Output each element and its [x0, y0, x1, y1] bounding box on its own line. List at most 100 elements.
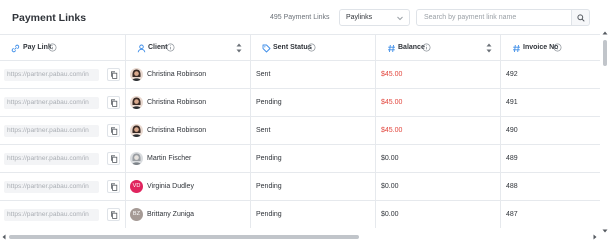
invoice-number: 490 — [506, 127, 518, 134]
copy-link-button[interactable] — [107, 68, 120, 81]
search-button[interactable] — [572, 9, 590, 26]
avatar-photo — [132, 69, 141, 81]
avatar — [130, 152, 143, 165]
avatar — [130, 68, 143, 81]
copy-icon — [111, 99, 118, 107]
copy-icon — [111, 211, 118, 219]
copy-icon — [111, 71, 118, 79]
client-name[interactable]: Brittany Zuniga — [147, 211, 194, 218]
pay-link-url[interactable]: https://partner.pabau.com/in — [4, 209, 99, 221]
copy-link-button[interactable] — [107, 180, 120, 193]
column-header-sent-status[interactable]: Sent Status — [251, 35, 376, 61]
scroll-right-arrow-icon[interactable] — [592, 234, 598, 240]
table-row[interactable]: https://partner.pabau.com/in Christina R… — [0, 61, 600, 89]
scroll-left-arrow-icon[interactable] — [1, 234, 7, 240]
avatar-initials: VD — [132, 183, 141, 189]
hash-icon — [513, 44, 520, 53]
client-name[interactable]: Christina Robinson — [147, 127, 206, 134]
column-label: Client — [148, 44, 168, 51]
info-icon[interactable] — [48, 43, 57, 52]
scroll-down-arrow-icon[interactable] — [602, 228, 608, 234]
table-row[interactable]: https://partner.pabau.com/in Christina R… — [0, 117, 600, 145]
avatar: VD — [130, 180, 143, 193]
pay-link-cell: https://partner.pabau.com/in — [0, 173, 126, 201]
horizontal-scroll-thumb[interactable] — [9, 235, 359, 239]
client-cell[interactable]: BZ Brittany Zuniga — [126, 201, 251, 228]
info-icon[interactable] — [307, 43, 316, 52]
column-label: Balance — [398, 44, 425, 51]
client-cell[interactable]: Martin Fischer — [126, 145, 251, 173]
copy-link-button[interactable] — [107, 208, 120, 221]
status-cell: Pending — [251, 201, 376, 228]
pay-link-cell: https://partner.pabau.com/in — [0, 145, 126, 173]
invoice-number: 492 — [506, 71, 518, 78]
copy-icon — [111, 183, 118, 191]
pay-link-url[interactable]: https://partner.pabau.com/in — [4, 69, 99, 81]
pay-link-url[interactable]: https://partner.pabau.com/in — [4, 125, 99, 137]
invoice-cell: 489 — [501, 145, 600, 173]
vertical-scrollbar[interactable] — [601, 30, 609, 234]
table-row[interactable]: https://partner.pabau.com/in VD Virginia… — [0, 173, 600, 201]
pay-link-cell: https://partner.pabau.com/in — [0, 201, 126, 228]
sent-status: Pending — [256, 155, 282, 162]
sent-status: Pending — [256, 211, 282, 218]
payment-link-count: 495 Payment Links — [270, 14, 330, 21]
balance-amount: $0.00 — [381, 183, 399, 190]
pay-link-url[interactable]: https://partner.pabau.com/in — [4, 181, 99, 193]
horizontal-scrollbar[interactable] — [0, 232, 600, 241]
invoice-cell: 491 — [501, 89, 600, 117]
balance-amount: $45.00 — [381, 99, 403, 106]
client-name[interactable]: Virginia Dudley — [147, 183, 194, 190]
client-cell[interactable]: VD Virginia Dudley — [126, 173, 251, 201]
info-icon[interactable] — [166, 43, 175, 52]
info-icon[interactable] — [553, 43, 562, 52]
invoice-number: 489 — [506, 155, 518, 162]
table-row[interactable]: https://partner.pabau.com/in BZ Brittany… — [0, 201, 600, 228]
pay-link-cell: https://partner.pabau.com/in — [0, 61, 126, 89]
table-row[interactable]: https://partner.pabau.com/in Martin Fisc… — [0, 145, 600, 173]
column-header-pay-link[interactable]: Pay Link — [0, 35, 126, 61]
table-row[interactable]: https://partner.pabau.com/in Christina R… — [0, 89, 600, 117]
client-name[interactable]: Martin Fischer — [147, 155, 191, 162]
status-cell: Sent — [251, 61, 376, 89]
sent-status: Pending — [256, 183, 282, 190]
balance-amount: $0.00 — [381, 211, 399, 218]
tag-icon — [262, 44, 271, 53]
payment-links-table: Pay Link Client Sent Status Balance Invo… — [0, 34, 600, 228]
search-icon — [577, 14, 585, 22]
search-input[interactable]: Search by payment link name — [416, 9, 572, 26]
column-header-client[interactable]: Client — [126, 35, 251, 61]
pay-link-url[interactable]: https://partner.pabau.com/in — [4, 153, 99, 165]
invoice-number: 491 — [506, 99, 518, 106]
client-cell[interactable]: Christina Robinson — [126, 61, 251, 89]
type-filter-value: Paylinks — [346, 14, 373, 21]
copy-icon — [111, 155, 118, 163]
info-icon[interactable] — [422, 43, 431, 52]
invoice-number: 488 — [506, 183, 518, 190]
client-cell[interactable]: Christina Robinson — [126, 89, 251, 117]
invoice-number: 487 — [506, 211, 518, 218]
sort-icon[interactable] — [236, 42, 242, 54]
column-label: Sent Status — [273, 44, 312, 51]
copy-link-button[interactable] — [107, 152, 120, 165]
vertical-scroll-thumb[interactable] — [603, 40, 607, 66]
column-header-balance[interactable]: Balance — [376, 35, 501, 61]
sort-icon[interactable] — [486, 42, 492, 54]
search-placeholder: Search by payment link name — [424, 14, 517, 21]
type-filter-select[interactable]: Paylinks — [339, 9, 410, 26]
invoice-cell: 488 — [501, 173, 600, 201]
pay-link-cell: https://partner.pabau.com/in — [0, 89, 126, 117]
invoice-cell: 490 — [501, 117, 600, 145]
client-name[interactable]: Christina Robinson — [147, 71, 206, 78]
client-cell[interactable]: Christina Robinson — [126, 117, 251, 145]
pay-link-url[interactable]: https://partner.pabau.com/in — [4, 97, 99, 109]
invoice-cell: 487 — [501, 201, 600, 228]
status-cell: Sent — [251, 117, 376, 145]
copy-link-button[interactable] — [107, 96, 120, 109]
copy-link-button[interactable] — [107, 124, 120, 137]
page-title: Payment Links — [12, 12, 87, 24]
column-header-invoice-no[interactable]: Invoice No — [501, 35, 600, 61]
sent-status: Pending — [256, 99, 282, 106]
client-name[interactable]: Christina Robinson — [147, 99, 206, 106]
scroll-up-arrow-icon[interactable] — [602, 30, 608, 36]
